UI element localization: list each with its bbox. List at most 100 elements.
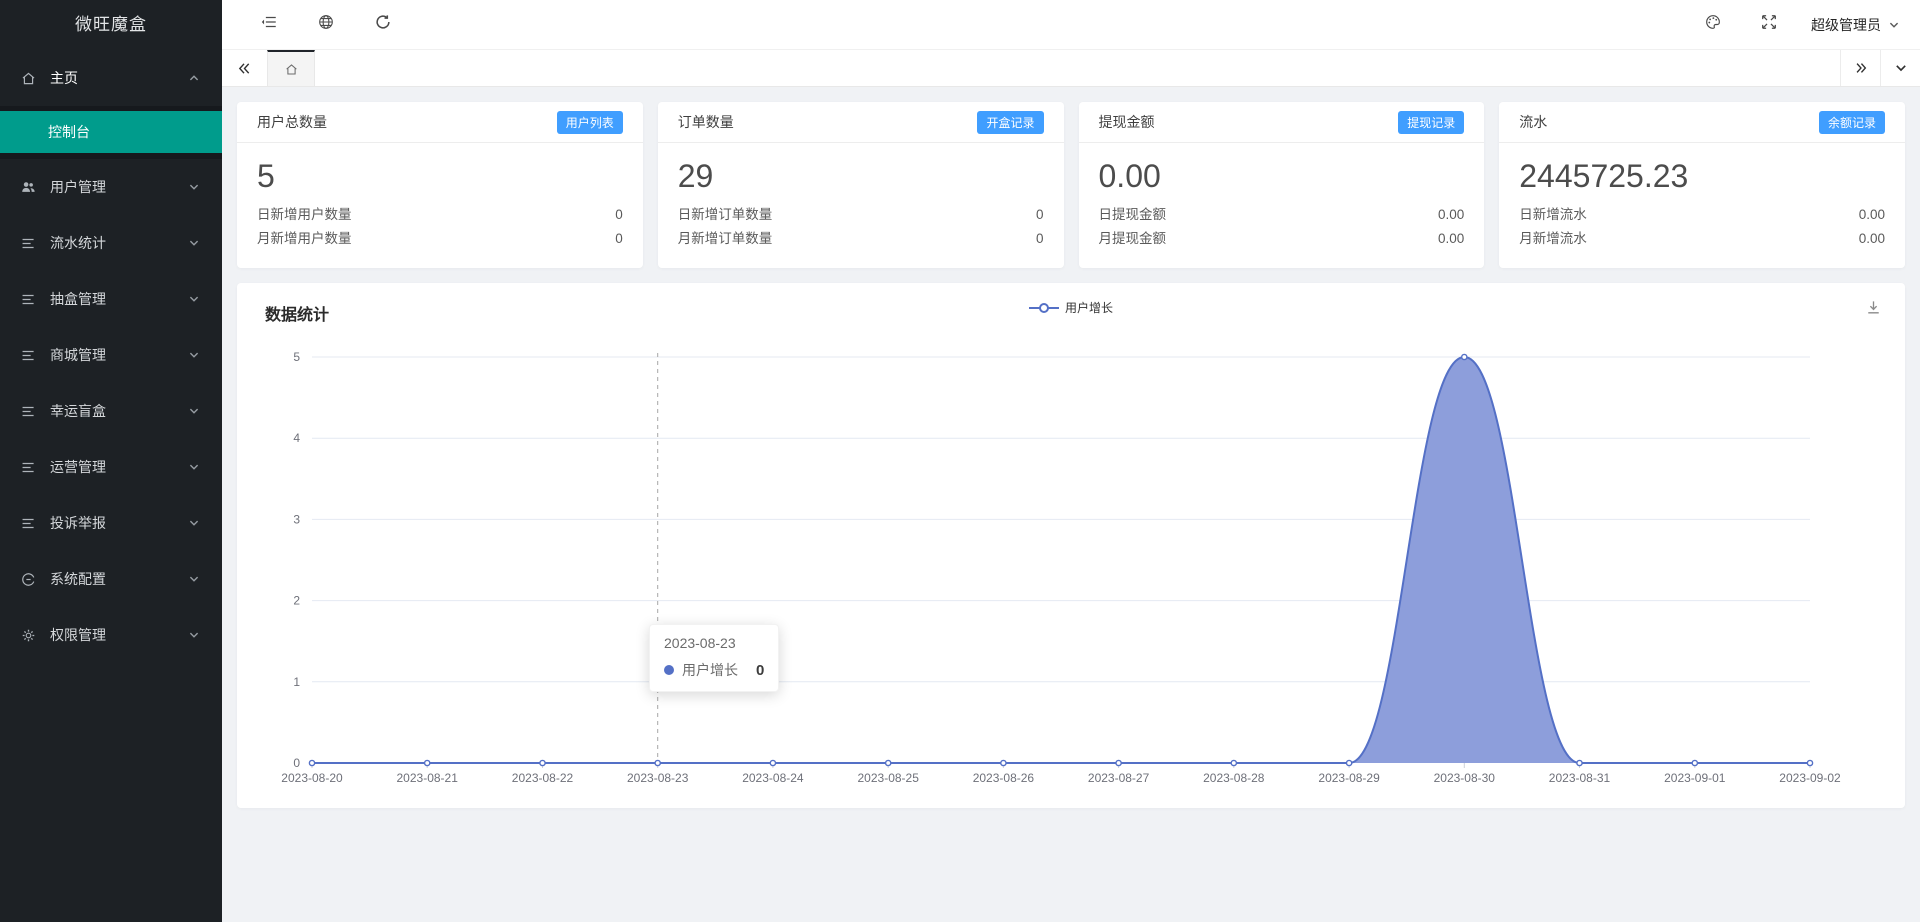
sidebar-item-label: 权限管理	[50, 625, 188, 645]
tabs-menu-button[interactable]	[1880, 50, 1920, 86]
chart-point-marker	[540, 760, 545, 765]
x-axis-label: 2023-08-27	[1088, 771, 1150, 785]
stat-subrow-value: 0	[615, 203, 623, 227]
stat-card-header: 用户总数量用户列表	[237, 102, 643, 143]
chart-legend[interactable]: 用户增长	[1029, 299, 1113, 316]
config-circle-icon	[20, 571, 37, 588]
chevron-down-icon	[188, 629, 200, 641]
sidebar-item-system-config[interactable]: 系统配置	[0, 551, 222, 607]
sidebar-item-operations[interactable]: 运营管理	[0, 439, 222, 495]
sidebar-item-complaints[interactable]: 投诉举报	[0, 495, 222, 551]
stat-subrow-value: 0	[615, 227, 623, 251]
stat-subrow-value: 0	[1036, 227, 1044, 251]
refresh-button[interactable]	[354, 13, 411, 36]
x-axis-label: 2023-08-25	[858, 771, 920, 785]
theme-button[interactable]	[1685, 13, 1741, 36]
chart-point-marker	[1577, 760, 1582, 765]
tooltip-series-dot	[664, 665, 674, 675]
sidebar-submenu: 控制台	[0, 106, 222, 159]
download-icon	[1864, 298, 1883, 317]
sidebar-item-flow-stats[interactable]: 流水统计	[0, 215, 222, 271]
chart-point-marker	[1116, 760, 1121, 765]
user-dropdown[interactable]: 超级管理员	[1811, 15, 1900, 35]
chevron-down-icon	[188, 349, 200, 361]
stat-card-title: 流水	[1519, 112, 1547, 132]
chevron-down-icon	[188, 573, 200, 585]
list-icon	[20, 403, 37, 420]
tab-home[interactable]	[267, 50, 315, 86]
chart-point-marker	[886, 760, 891, 765]
content-area: 用户总数量用户列表5日新增用户数量0月新增用户数量0订单数量开盒记录29日新增订…	[222, 87, 1920, 823]
legend-label: 用户增长	[1065, 299, 1113, 316]
stat-card-badge-link[interactable]: 提现记录	[1398, 111, 1464, 134]
chevron-down-icon	[188, 293, 200, 305]
y-axis-label: 2	[293, 594, 300, 608]
sidebar-item-home[interactable]: 主页	[0, 50, 222, 106]
sidebar-item-permissions[interactable]: 权限管理	[0, 607, 222, 663]
tooltip-date: 2023-08-23	[664, 635, 764, 651]
stat-card-title: 提现金额	[1099, 112, 1155, 132]
sidebar-item-label: 主页	[50, 68, 188, 88]
stat-card-badge-link[interactable]: 开盒记录	[977, 111, 1043, 134]
chevron-down-icon	[188, 405, 200, 417]
x-axis-label: 2023-09-02	[1779, 771, 1841, 785]
chevron-down-icon	[1894, 61, 1908, 75]
sidebar-item-label: 商城管理	[50, 345, 188, 365]
sidebar-item-label: 运营管理	[50, 457, 188, 477]
download-chart-button[interactable]	[1864, 298, 1883, 317]
stat-card-title: 订单数量	[678, 112, 734, 132]
stat-card: 订单数量开盒记录29日新增订单数量0月新增订单数量0	[658, 102, 1064, 268]
chart-point-marker	[770, 760, 775, 765]
stat-subrow-label: 月提现金额	[1099, 227, 1167, 251]
chevron-down-icon	[1888, 19, 1900, 31]
tabs-scroll-left-button[interactable]	[222, 50, 267, 86]
stat-card-value: 0.00	[1079, 143, 1485, 203]
stat-card-badge-link[interactable]: 余额记录	[1819, 111, 1885, 134]
language-button[interactable]	[297, 13, 354, 36]
stat-card-value: 2445725.23	[1499, 143, 1905, 203]
chart-point-marker	[1807, 760, 1812, 765]
chart-point-marker	[1231, 760, 1236, 765]
tabs-scroll-right-button[interactable]	[1840, 50, 1880, 86]
gear-icon	[20, 627, 37, 644]
sidebar-item-lucky-box[interactable]: 幸运盲盒	[0, 383, 222, 439]
chart-point-marker	[309, 760, 314, 765]
sidebar: 微旺魔盒 主页控制台用户管理流水统计抽盒管理商城管理幸运盲盒运营管理投诉举报系统…	[0, 0, 222, 922]
x-axis-label: 2023-08-31	[1549, 771, 1611, 785]
palette-icon	[1704, 13, 1722, 36]
fullscreen-icon	[1760, 13, 1778, 36]
fullscreen-button[interactable]	[1741, 13, 1797, 36]
sidebar-item-users[interactable]: 用户管理	[0, 159, 222, 215]
list-icon	[20, 347, 37, 364]
sidebar-subitem-console[interactable]: 控制台	[0, 111, 222, 153]
chart-line	[312, 357, 1810, 763]
refresh-icon	[374, 13, 392, 36]
stat-card-value: 5	[237, 143, 643, 203]
stat-card: 用户总数量用户列表5日新增用户数量0月新增用户数量0	[237, 102, 643, 268]
username: 超级管理员	[1811, 15, 1881, 35]
home-icon	[20, 70, 37, 87]
legend-line-marker-icon	[1029, 302, 1059, 314]
x-axis-label: 2023-08-22	[512, 771, 574, 785]
tooltip-series-name: 用户增长	[682, 660, 738, 680]
chart-point-marker	[655, 760, 660, 765]
statistics-chart-card: 数据统计 用户增长 0123452023-08-202023-08-212023…	[237, 283, 1905, 808]
menu-fold-button[interactable]	[240, 13, 297, 36]
stat-subrow-label: 日提现金额	[1099, 203, 1167, 227]
sidebar-item-label: 用户管理	[50, 177, 188, 197]
tabbar	[222, 50, 1920, 87]
stat-subrow-value: 0.00	[1859, 203, 1885, 227]
sidebar-item-box-manage[interactable]: 抽盒管理	[0, 271, 222, 327]
stat-subrow-value: 0	[1036, 203, 1044, 227]
stat-card-subrow: 日新增订单数量 0	[658, 203, 1064, 227]
sidebar-item-mall-manage[interactable]: 商城管理	[0, 327, 222, 383]
x-axis-label: 2023-08-30	[1434, 771, 1496, 785]
stat-subrow-label: 月新增用户数量	[257, 227, 352, 251]
chevron-down-icon	[188, 181, 200, 193]
growth-chart[interactable]: 0123452023-08-202023-08-212023-08-222023…	[237, 283, 1905, 808]
stat-subrow-label: 日新增订单数量	[678, 203, 773, 227]
chart-point-marker	[1347, 760, 1352, 765]
stat-card-badge-link[interactable]: 用户列表	[557, 111, 623, 134]
stat-card-header: 提现金额 提现记录	[1079, 102, 1485, 143]
stat-card-value: 29	[658, 143, 1064, 203]
